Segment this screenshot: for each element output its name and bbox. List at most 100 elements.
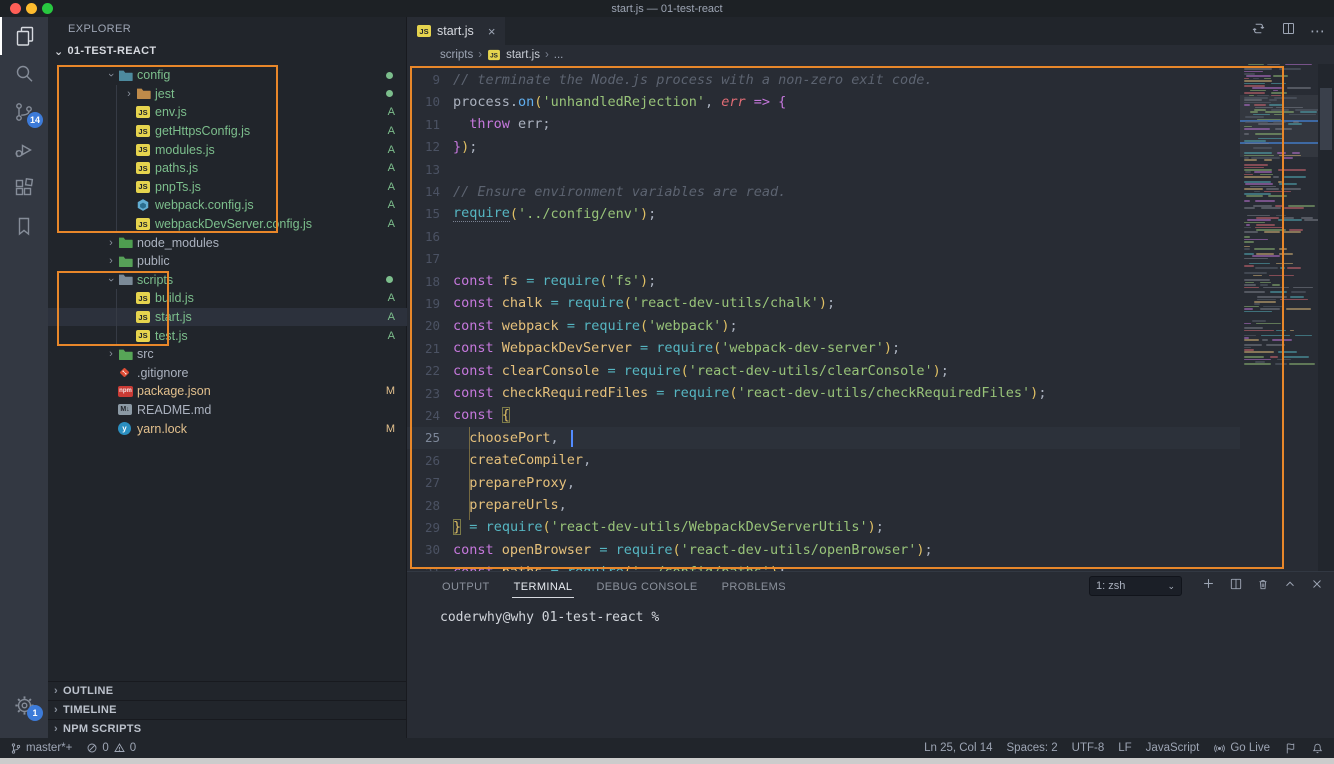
- search-icon[interactable]: [0, 55, 48, 93]
- code-line-22[interactable]: 22const clearConsole = require('react-de…: [407, 359, 1240, 381]
- minimap-line: [1278, 169, 1306, 171]
- code-line-9[interactable]: 9// terminate the Node.js process with a…: [407, 68, 1240, 90]
- pane-npm-scripts[interactable]: ›NPM SCRIPTS: [48, 719, 407, 738]
- tree-item-test-js[interactable]: JStest.jsA: [48, 326, 407, 345]
- tab-start-js[interactable]: JS start.js ×: [407, 17, 505, 45]
- extensions-icon[interactable]: [0, 169, 48, 207]
- pane-timeline[interactable]: ›TIMELINE: [48, 700, 407, 719]
- code-line-13[interactable]: 13: [407, 158, 1240, 180]
- tree-item-modules-js[interactable]: JSmodules.jsA: [48, 140, 407, 159]
- tree-item-package-json[interactable]: npmpackage.jsonM: [48, 382, 407, 401]
- maximize-window-button[interactable]: [42, 3, 53, 14]
- tree-item-jest[interactable]: ›jest: [48, 85, 407, 104]
- code-line-31[interactable]: 31const paths = require('../config/paths…: [407, 561, 1240, 571]
- code-line-12[interactable]: 12});: [407, 136, 1240, 158]
- breadcrumb[interactable]: scripts › JS start.js › ...: [407, 45, 1334, 64]
- tree-item-build-js[interactable]: JSbuild.jsA: [48, 289, 407, 308]
- tree-item-config[interactable]: ›config: [48, 66, 407, 85]
- tree-item-public[interactable]: ›public: [48, 252, 407, 271]
- code-line-17[interactable]: 17: [407, 248, 1240, 270]
- code-line-21[interactable]: 21const WebpackDevServer = require('webp…: [407, 337, 1240, 359]
- minimap-line: [1280, 267, 1284, 269]
- tree-item-src[interactable]: ›src: [48, 345, 407, 364]
- close-window-button[interactable]: [10, 3, 21, 14]
- code-line-14[interactable]: 14// Ensure environment variables are re…: [407, 180, 1240, 202]
- terminal-prompt[interactable]: coderwhy@why 01-test-react %: [440, 610, 659, 625]
- open-changes-icon[interactable]: [1250, 20, 1267, 42]
- code-line-24[interactable]: 24const {: [407, 404, 1240, 426]
- minimap-line: [1277, 152, 1286, 154]
- minimize-window-button[interactable]: [26, 3, 37, 14]
- tab-terminal[interactable]: TERMINAL: [512, 575, 575, 598]
- new-terminal-icon[interactable]: [1201, 576, 1216, 596]
- code-area[interactable]: 8// ignoring them. In the future, promis…: [407, 46, 1240, 571]
- notifications-bell-icon[interactable]: [1311, 742, 1324, 755]
- bookmarks-icon[interactable]: [0, 207, 48, 245]
- cursor-position-status[interactable]: Ln 25, Col 14: [924, 742, 992, 754]
- code-line-29[interactable]: 29} = require('react-dev-utils/WebpackDe…: [407, 516, 1240, 538]
- tree-item-env-js[interactable]: JSenv.jsA: [48, 103, 407, 122]
- chevron-right-icon: ›: [54, 685, 58, 697]
- maximize-panel-icon[interactable]: [1283, 577, 1297, 596]
- go-live-button[interactable]: Go Live: [1213, 742, 1270, 755]
- project-section-header[interactable]: ⌄01-TEST-REACT: [48, 40, 406, 62]
- code-line-15[interactable]: 15require('../config/env');: [407, 203, 1240, 225]
- tree-item-gethttpsconfig-js[interactable]: JSgetHttpsConfig.jsA: [48, 122, 407, 141]
- git-branch-status[interactable]: master*+: [10, 742, 72, 755]
- code-line-11[interactable]: 11 throw err;: [407, 113, 1240, 135]
- tree-item-start-js[interactable]: JSstart.jsA: [48, 308, 407, 327]
- code-line-10[interactable]: 10process.on('unhandledRejection', err =…: [407, 91, 1240, 113]
- chevron-right-icon[interactable]: ›: [122, 88, 136, 100]
- code-line-19[interactable]: 19const chalk = require('react-dev-utils…: [407, 292, 1240, 314]
- language-mode-status[interactable]: JavaScript: [1146, 742, 1200, 754]
- explorer-icon[interactable]: [0, 17, 48, 55]
- scrollbar-thumb[interactable]: [1320, 88, 1332, 150]
- split-terminal-icon[interactable]: [1229, 577, 1243, 596]
- chevron-right-icon[interactable]: ›: [104, 237, 118, 249]
- pane-outline[interactable]: ›OUTLINE: [48, 681, 407, 700]
- source-control-icon[interactable]: 14: [0, 93, 48, 131]
- encoding-status[interactable]: UTF-8: [1072, 742, 1105, 754]
- settings-gear-icon[interactable]: 1: [0, 686, 48, 724]
- kill-terminal-icon[interactable]: [1256, 577, 1270, 596]
- code-line-27[interactable]: 27 prepareProxy,: [407, 471, 1240, 493]
- chevron-down-icon[interactable]: ›: [105, 68, 117, 82]
- code-line-23[interactable]: 23const checkRequiredFiles = require('re…: [407, 382, 1240, 404]
- split-editor-icon[interactable]: [1281, 21, 1296, 41]
- more-actions-icon[interactable]: ⋯: [1310, 22, 1326, 40]
- chevron-right-icon[interactable]: ›: [104, 255, 118, 267]
- code-line-26[interactable]: 26 createCompiler,: [407, 449, 1240, 471]
- tree-item-node-modules[interactable]: ›node_modules: [48, 233, 407, 252]
- chevron-down-icon[interactable]: ›: [105, 273, 117, 287]
- minimap[interactable]: [1240, 45, 1318, 375]
- code-line-25[interactable]: 25 choosePort,: [407, 427, 1240, 449]
- code-line-16[interactable]: 16: [407, 225, 1240, 247]
- tree-item-pnpts-js[interactable]: JSpnpTs.jsA: [48, 178, 407, 197]
- tree-item-scripts[interactable]: ›scripts: [48, 271, 407, 290]
- tree-item-yarn-lock[interactable]: yyarn.lockM: [48, 419, 407, 438]
- chevron-right-icon[interactable]: ›: [104, 348, 118, 360]
- close-panel-icon[interactable]: [1310, 577, 1324, 596]
- problems-status[interactable]: 0 0: [86, 742, 136, 754]
- tree-item-webpackdevserver-config-js[interactable]: JSwebpackDevServer.config.jsA: [48, 215, 407, 234]
- tree-item-readme-md[interactable]: M↓README.md: [48, 401, 407, 420]
- tree-item-paths-js[interactable]: JSpaths.jsA: [48, 159, 407, 178]
- tree-item--gitignore[interactable]: .gitignore: [48, 364, 407, 383]
- tab-problems[interactable]: PROBLEMS: [720, 575, 788, 597]
- file-label: test.js: [155, 329, 188, 343]
- eol-status[interactable]: LF: [1118, 742, 1131, 754]
- feedback-icon[interactable]: [1284, 742, 1297, 755]
- tab-debug-console[interactable]: DEBUG CONSOLE: [594, 575, 699, 597]
- close-tab-icon[interactable]: ×: [488, 24, 496, 39]
- tree-item-webpack-config-js[interactable]: webpack.config.jsA: [48, 196, 407, 215]
- minimap-line: [1247, 219, 1272, 221]
- code-line-30[interactable]: 30const openBrowser = require('react-dev…: [407, 539, 1240, 561]
- indentation-status[interactable]: Spaces: 2: [1007, 742, 1058, 754]
- code-line-18[interactable]: 18const fs = require('fs');: [407, 270, 1240, 292]
- terminal-shell-select[interactable]: 1: zsh ⌄: [1089, 576, 1182, 596]
- tab-output[interactable]: OUTPUT: [440, 575, 492, 597]
- code-line-28[interactable]: 28 prepareUrls,: [407, 494, 1240, 516]
- editor-scrollbar[interactable]: [1318, 45, 1334, 571]
- run-and-debug-icon[interactable]: [0, 131, 48, 169]
- code-line-20[interactable]: 20const webpack = require('webpack');: [407, 315, 1240, 337]
